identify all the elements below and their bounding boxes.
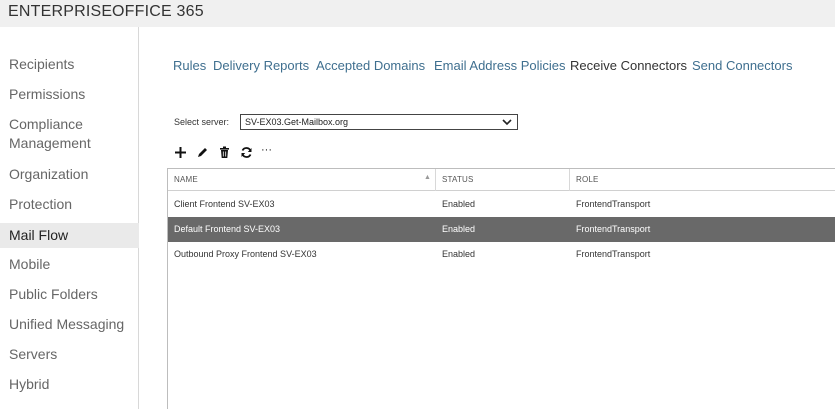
sidebar: Recipients Permissions Compliance Manage… xyxy=(0,27,139,409)
column-header-name[interactable]: NAME xyxy=(168,169,435,191)
cell-status: Enabled xyxy=(442,249,476,259)
cell-name: Outbound Proxy Frontend SV-EX03 xyxy=(174,249,317,259)
tab-rules[interactable]: Rules xyxy=(173,58,206,73)
cell-role: FrontendTransport xyxy=(576,199,651,209)
table-row[interactable]: Outbound Proxy Frontend SV-EX03 Enabled … xyxy=(168,242,835,267)
cell-status: Enabled xyxy=(442,199,476,209)
sidebar-item-compliance-management[interactable]: Management xyxy=(0,134,139,153)
sidebar-item-unified-messaging[interactable]: Unified Messaging xyxy=(0,315,139,334)
table-row-selected[interactable]: Default Frontend SV-EX03 Enabled Fronten… xyxy=(168,217,835,242)
table-row[interactable]: Client Frontend SV-EX03 Enabled Frontend… xyxy=(168,192,835,217)
sort-ascending-icon: ▲ xyxy=(424,174,431,181)
cell-role: FrontendTransport xyxy=(576,224,651,234)
refresh-icon[interactable] xyxy=(239,145,254,160)
connectors-table: NAME ▲ STATUS ROLE Client Frontend SV-EX… xyxy=(167,168,835,409)
sidebar-item-hybrid[interactable]: Hybrid xyxy=(0,375,139,394)
sidebar-item-mobile[interactable]: Mobile xyxy=(0,255,139,274)
sidebar-item-compliance[interactable]: Compliance xyxy=(0,115,139,134)
sidebar-item-mail-flow[interactable]: Mail Flow xyxy=(0,223,139,248)
chevron-down-icon xyxy=(502,119,512,126)
cell-role: FrontendTransport xyxy=(576,249,651,259)
column-header-role[interactable]: ROLE xyxy=(570,169,835,191)
top-bar: ENTERPRISE OFFICE 365 xyxy=(0,0,835,27)
delete-icon[interactable] xyxy=(217,145,232,160)
cell-name: Default Frontend SV-EX03 xyxy=(174,224,281,234)
tab-email-address-policies[interactable]: Email Address Policies xyxy=(434,58,566,73)
add-icon[interactable] xyxy=(173,145,188,160)
edit-icon[interactable] xyxy=(195,145,210,160)
table-header: NAME ▲ STATUS ROLE xyxy=(168,169,835,191)
cell-name: Client Frontend SV-EX03 xyxy=(174,199,275,209)
more-icon[interactable]: ··· xyxy=(261,145,279,160)
office365-link[interactable]: OFFICE 365 xyxy=(112,3,204,21)
sidebar-item-permissions[interactable]: Permissions xyxy=(0,85,139,104)
tab-send-connectors[interactable]: Send Connectors xyxy=(692,58,792,73)
tab-receive-connectors[interactable]: Receive Connectors xyxy=(570,58,687,73)
sidebar-item-servers[interactable]: Servers xyxy=(0,345,139,364)
column-header-status[interactable]: STATUS xyxy=(436,169,569,191)
enterprise-link[interactable]: ENTERPRISE xyxy=(8,3,112,21)
server-select[interactable]: SV-EX03.Get-Mailbox.org xyxy=(240,114,518,130)
cell-status: Enabled xyxy=(442,224,476,234)
select-server-label: Select server: xyxy=(174,117,230,127)
tab-delivery-reports[interactable]: Delivery Reports xyxy=(213,58,309,73)
tab-accepted-domains[interactable]: Accepted Domains xyxy=(316,58,425,73)
server-select-value: SV-EX03.Get-Mailbox.org xyxy=(245,117,349,127)
sidebar-item-public-folders[interactable]: Public Folders xyxy=(0,285,139,304)
sidebar-item-recipients[interactable]: Recipients xyxy=(0,55,139,74)
sidebar-item-organization[interactable]: Organization xyxy=(0,165,139,184)
sidebar-item-protection[interactable]: Protection xyxy=(0,195,139,214)
